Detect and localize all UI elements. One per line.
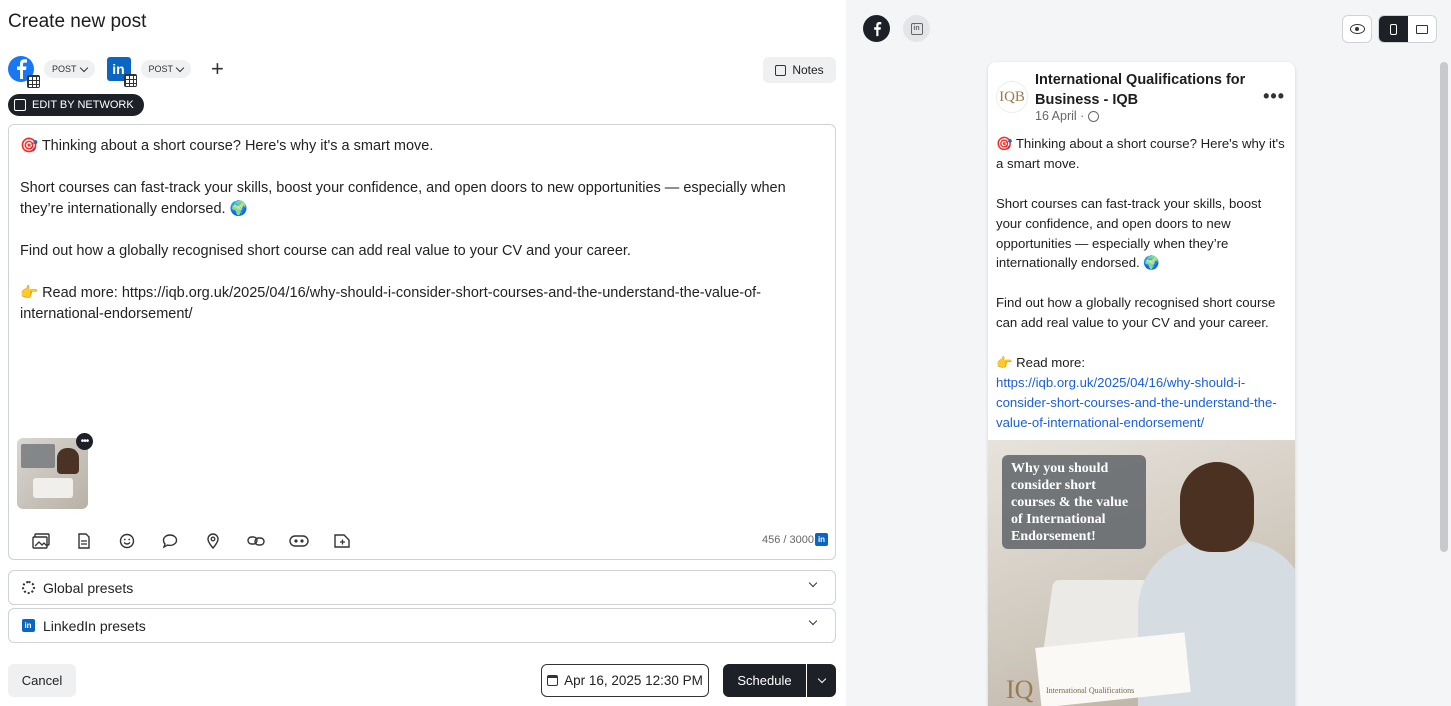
more-icon[interactable]: ••• [76, 433, 93, 450]
facebook-icon [8, 56, 40, 88]
device-toggle [1378, 15, 1437, 43]
post-date: 16 April · [1035, 109, 1100, 123]
linkedin-presets-label: LinkedIn presets [43, 617, 146, 634]
schedule-button[interactable]: Schedule [723, 664, 806, 697]
grid-badge-icon [27, 75, 40, 88]
add-network-icon[interactable]: + [211, 58, 224, 80]
post-editor[interactable]: 🎯 Thinking about a short course? Here's … [8, 124, 836, 560]
gear-icon [21, 581, 35, 595]
post-type-label: POST [148, 64, 174, 74]
mobile-view-button[interactable] [1379, 16, 1408, 42]
edit-by-network-button[interactable]: EDIT BY NETWORK [8, 94, 144, 116]
post-preview-card: IQB International Qualifications for Bus… [988, 62, 1295, 706]
notes-label: Notes [792, 63, 824, 77]
linkedin-icon: in [815, 533, 828, 546]
linkedin-icon: in [21, 619, 35, 633]
global-presets-label: Global presets [43, 579, 134, 596]
network-row: POST in POST + [8, 53, 224, 88]
preview-panel: in IQB International Qualifications for … [846, 0, 1451, 706]
notes-button[interactable]: Notes [763, 57, 836, 83]
preview-link[interactable]: https://iqb.org.uk/2025/04/16/why-should… [996, 375, 1277, 430]
editor-toolbar [23, 530, 367, 552]
desktop-icon [1416, 24, 1428, 34]
calendar-icon [547, 675, 559, 686]
network-linkedin[interactable]: in POST [106, 57, 192, 87]
document-icon[interactable] [66, 530, 101, 552]
image-caption: Why you should consider short courses & … [1002, 455, 1146, 549]
desktop-view-button[interactable] [1408, 16, 1436, 42]
preview-scrollbar[interactable] [1440, 62, 1448, 552]
folder-icon[interactable] [324, 530, 359, 552]
mobile-icon [1390, 23, 1397, 35]
edit-icon [14, 99, 26, 111]
account-name: International Qualifications for Busines… [1035, 72, 1246, 108]
post-type-dropdown-facebook[interactable]: POST [44, 60, 95, 78]
preview-visibility-button[interactable] [1342, 15, 1372, 43]
edit-by-network-label: EDIT BY NETWORK [32, 99, 134, 111]
post-text[interactable]: 🎯 Thinking about a short course? Here's … [20, 136, 810, 325]
preview-image: Why you should consider short courses & … [988, 440, 1295, 706]
image-logo-text: International Qualifications [1046, 686, 1135, 695]
more-options-icon[interactable]: ••• [1263, 86, 1285, 107]
post-date-text: 16 April · [1035, 109, 1085, 123]
schedule-datetime: Apr 16, 2025 12:30 PM [564, 673, 703, 688]
post-type-label: POST [52, 64, 77, 74]
iqb-logo-icon: IQ [1006, 675, 1034, 704]
schedule-datetime-picker[interactable]: Apr 16, 2025 12:30 PM [541, 664, 709, 697]
comment-icon[interactable] [152, 530, 187, 552]
chevron-down-icon [808, 616, 818, 626]
emoji-icon[interactable] [109, 530, 144, 552]
grid-badge-icon [123, 74, 137, 87]
chevron-down-icon [817, 674, 826, 684]
linkedin-icon: in [106, 57, 137, 87]
page-title: Create new post [8, 11, 147, 32]
linkedin-icon: in [910, 22, 923, 35]
eye-icon [1349, 24, 1365, 34]
character-count: 456 / 3000 [762, 534, 814, 546]
preview-facebook-tab[interactable] [863, 15, 890, 42]
location-icon[interactable] [195, 530, 230, 552]
chevron-down-icon [808, 578, 818, 588]
preview-body: 🎯 Thinking about a short course? Here's … [996, 134, 1288, 433]
note-icon [775, 64, 787, 76]
linkedin-presets-accordion[interactable]: in LinkedIn presets [8, 608, 836, 643]
ai-assistant-icon[interactable] [281, 530, 316, 552]
link-icon[interactable] [238, 530, 273, 552]
media-thumbnail[interactable] [17, 438, 88, 509]
composer-panel: Create new post POST in POST + Notes EDI… [0, 0, 846, 706]
chevron-down-icon [175, 63, 185, 72]
global-presets-accordion[interactable]: Global presets [8, 570, 836, 605]
globe-icon [1088, 110, 1100, 122]
schedule-options-dropdown[interactable] [807, 664, 836, 697]
media-library-icon[interactable] [23, 530, 58, 552]
preview-linkedin-tab[interactable]: in [903, 15, 930, 42]
network-facebook[interactable]: POST [8, 56, 95, 88]
cancel-button[interactable]: Cancel [8, 664, 76, 697]
avatar: IQB [996, 81, 1028, 113]
post-type-dropdown-linkedin[interactable]: POST [140, 60, 192, 78]
chevron-down-icon [79, 63, 88, 72]
preview-text: 🎯 Thinking about a short course? Here's … [996, 136, 1285, 370]
